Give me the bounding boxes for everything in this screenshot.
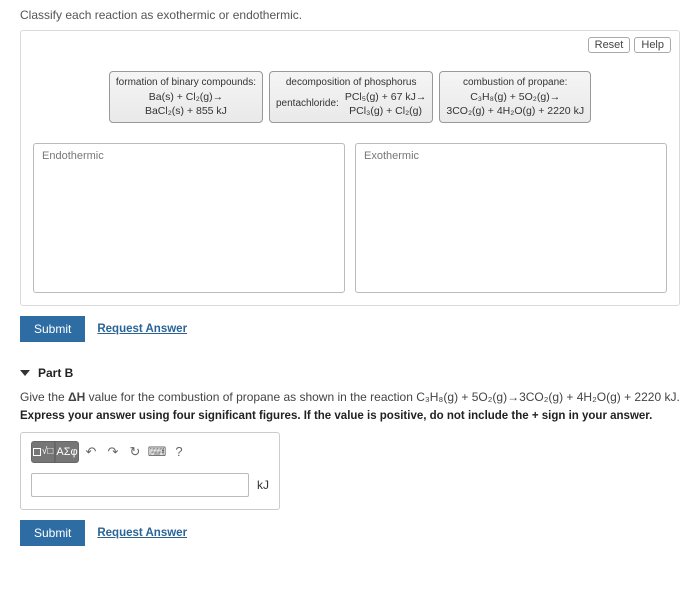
unit-label: kJ — [257, 478, 269, 492]
parta-prompt: Classify each reaction as exothermic or … — [20, 8, 680, 22]
partb-instructions: Express your answer using four significa… — [20, 410, 680, 422]
delta-h-symbol: ΔH — [68, 390, 85, 404]
bin-endothermic[interactable]: Endothermic — [33, 143, 345, 293]
request-answer-link-b[interactable]: Request Answer — [97, 527, 187, 539]
undo-button[interactable]: ↶ — [81, 441, 101, 463]
answer-input[interactable] — [31, 473, 249, 497]
card-formation-binary[interactable]: formation of binary compounds: Ba(s) + C… — [109, 71, 263, 123]
card-decomp-phosphorus[interactable]: decomposition of phosphorus pentachlorid… — [269, 71, 433, 123]
keyboard-button[interactable]: ⌨ — [147, 441, 167, 463]
submit-button[interactable]: Submit — [20, 316, 85, 342]
reset-button[interactable]: Reset — [588, 37, 631, 53]
card-line: 3CO₂(g) + 4H₂O(g) + 2220 kJ — [446, 104, 584, 118]
submit-button-b[interactable]: Submit — [20, 520, 85, 546]
answer-help-button[interactable]: ? — [169, 441, 189, 463]
card-line: PCl₃(g) + Cl₂(g) — [345, 104, 427, 118]
card-line: BaCl₂(s) + 855 kJ — [116, 104, 256, 118]
card-line: C₃H₈(g) + 5O₂(g)→ — [446, 90, 584, 104]
collapse-caret-icon[interactable] — [20, 370, 30, 376]
drop-bins: Endothermic Exothermic — [33, 143, 667, 293]
card-title: decomposition of phosphorus — [276, 76, 426, 90]
text: . — [676, 390, 679, 404]
card-line: Ba(s) + Cl₂(g)→ — [116, 90, 256, 104]
card-subtitle: pentachloride: — [276, 97, 339, 111]
text: value for the combustion of propane as s… — [85, 390, 416, 404]
card-line: PCl₅(g) + 67 kJ→ — [345, 90, 427, 104]
bin-exothermic[interactable]: Exothermic — [355, 143, 667, 293]
answer-toolbar: √□ ΑΣφ ↶ ↷ ↻ ⌨ ? — [31, 441, 269, 463]
partb-header: Part B — [38, 366, 73, 380]
reaction-text: C₃H₈(g) + 5O₂(g)→3CO₂(g) + 4H₂O(g) + 222… — [416, 390, 676, 404]
reset-answer-button[interactable]: ↻ — [125, 441, 145, 463]
partb-question-text: Give the ΔH value for the combustion of … — [20, 388, 680, 406]
templates-button[interactable]: √□ — [31, 441, 55, 463]
request-answer-link[interactable]: Request Answer — [97, 323, 187, 335]
symbols-button[interactable]: ΑΣφ — [55, 441, 79, 463]
draggable-items-row: formation of binary compounds: Ba(s) + C… — [33, 71, 667, 123]
root-icon: √□ — [42, 446, 54, 457]
answer-box: √□ ΑΣφ ↶ ↷ ↻ ⌨ ? kJ — [20, 432, 280, 510]
card-title: combustion of propane: — [446, 76, 584, 90]
card-combustion-propane[interactable]: combustion of propane: C₃H₈(g) + 5O₂(g)→… — [439, 71, 591, 123]
card-title: formation of binary compounds: — [116, 76, 256, 90]
parta-panel: Reset Help formation of binary compounds… — [20, 30, 680, 306]
help-button[interactable]: Help — [634, 37, 671, 53]
text: Give the — [20, 390, 68, 404]
redo-button[interactable]: ↷ — [103, 441, 123, 463]
square-icon — [33, 448, 41, 456]
